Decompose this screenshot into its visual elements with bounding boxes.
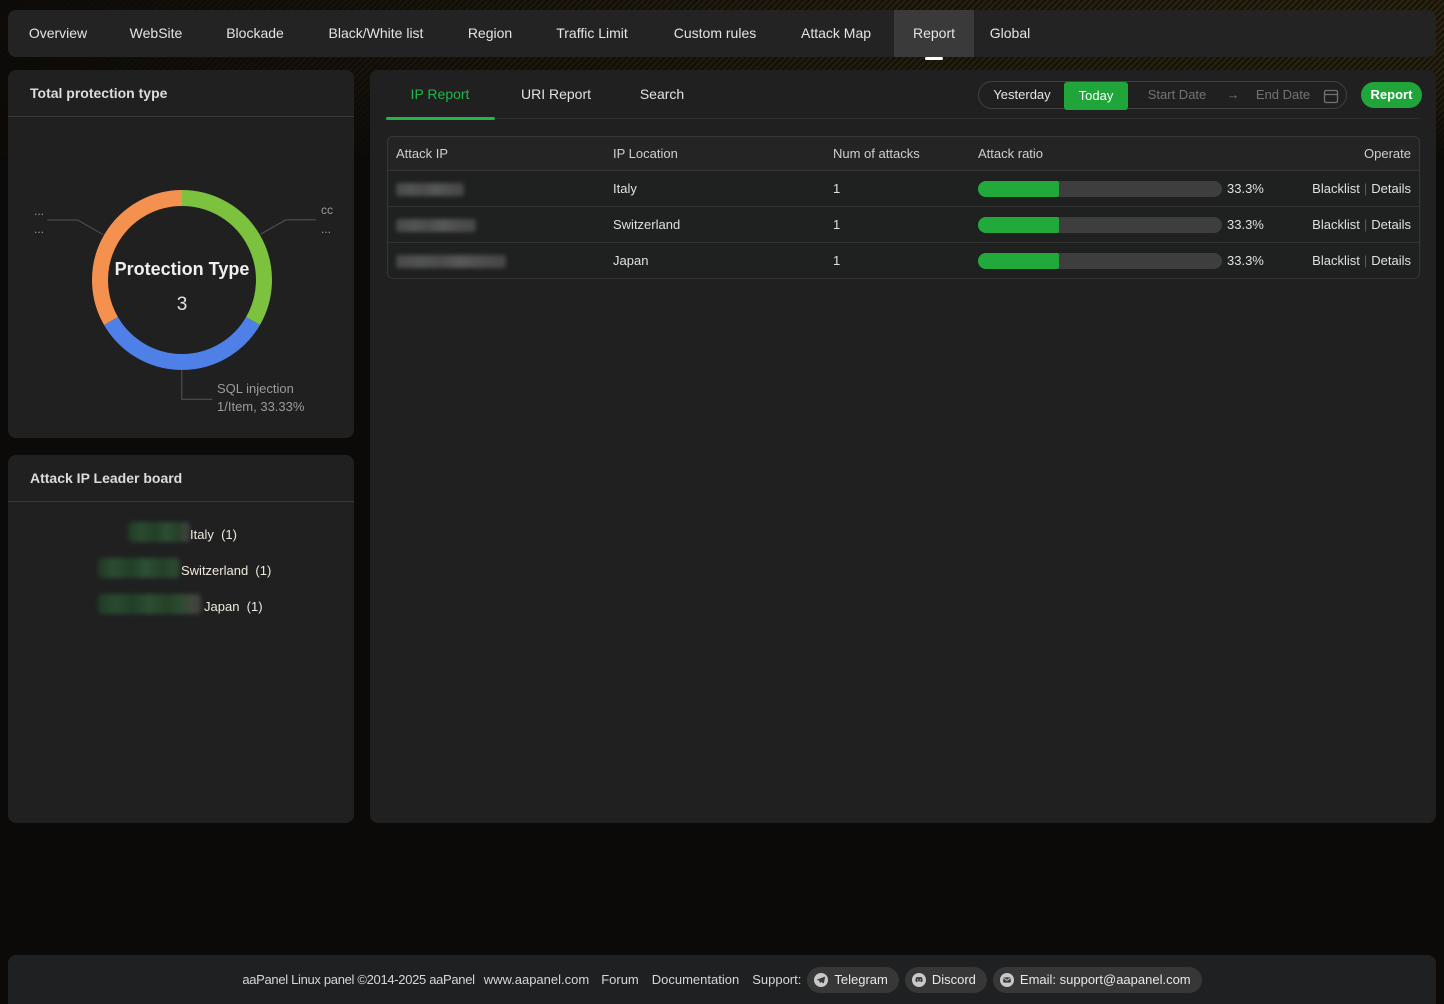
svg-text:3: 3	[177, 294, 188, 315]
svg-text:Protection Type: Protection Type	[115, 259, 250, 279]
